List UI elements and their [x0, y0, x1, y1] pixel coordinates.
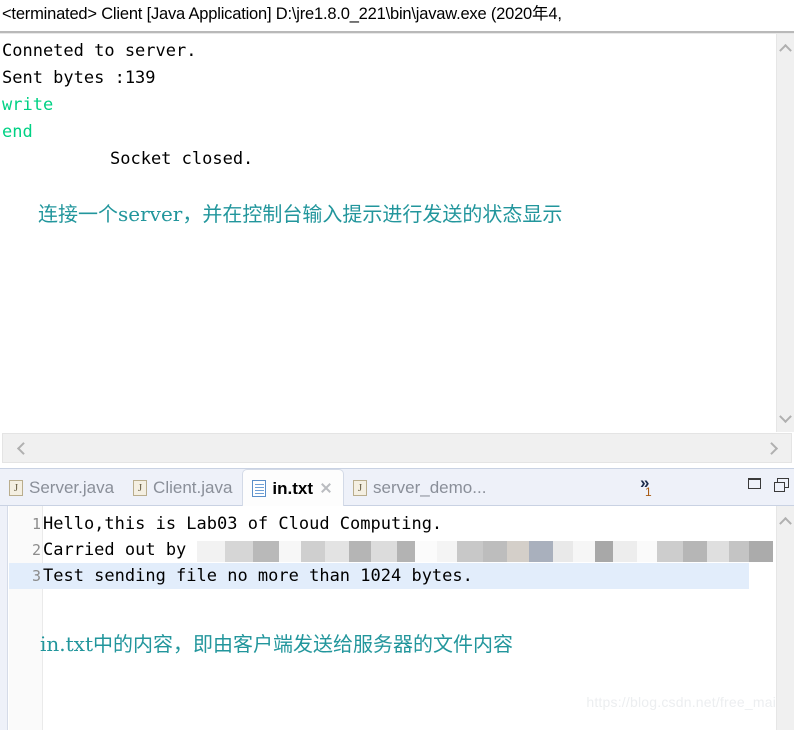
minimize-icon[interactable]	[747, 478, 761, 489]
tab-overflow-count: 1	[645, 485, 652, 499]
chevron-up-icon[interactable]	[777, 511, 794, 530]
tab-label: Server.java	[29, 478, 115, 497]
code-text: Carried out by	[43, 540, 197, 560]
tab-server-demo[interactable]: server_demo...	[344, 469, 496, 506]
editor-window-buttons	[747, 478, 789, 492]
java-file-icon	[133, 479, 148, 496]
code-line-row: 2 Carried out by	[9, 537, 773, 563]
chevron-left-icon[interactable]	[7, 434, 33, 462]
restore-icon[interactable]	[774, 478, 789, 492]
tab-server-java[interactable]: Server.java	[0, 469, 124, 506]
console-line: Conneted to server.	[2, 41, 197, 61]
console-line: end	[2, 122, 33, 142]
editor-annotation: in.txt中的内容，即由客户端发送给服务器的文件内容	[40, 632, 513, 656]
redacted-text-blocks	[196, 540, 773, 562]
line-number: 3	[31, 567, 41, 585]
watermark: https://blog.csdn.net/free_main	[586, 694, 784, 710]
console-line-list: Conneted to server. Sent bytes :139 writ…	[0, 34, 776, 173]
editor-code-lines: 1 Hello,this is Lab03 of Cloud Computing…	[9, 511, 773, 589]
editor-vertical-scrollbar[interactable]	[776, 506, 794, 730]
chevron-up-icon[interactable]	[777, 38, 794, 57]
tab-in-txt[interactable]: in.txt	[242, 469, 345, 506]
java-file-icon	[9, 479, 23, 496]
line-number: 1	[31, 515, 41, 533]
tab-label: server_demo...	[373, 478, 487, 497]
close-icon[interactable]	[319, 481, 333, 495]
tab-label: in.txt	[272, 478, 314, 498]
editor-marker-gutter	[0, 506, 8, 730]
console-annotation: 连接一个server，并在控制台输入提示进行发送的状态显示	[38, 202, 563, 226]
java-file-icon	[353, 479, 368, 496]
code-line-row: 3 Test sending file no more than 1024 by…	[9, 563, 749, 589]
console-line: Socket closed.	[110, 149, 254, 169]
editor-tabbar: Server.java Client.java in.txt server_de…	[0, 469, 794, 506]
console-line: Sent bytes :139	[2, 68, 156, 88]
eclipse-window: <terminated> Client [Java Application] D…	[0, 0, 794, 730]
chevron-down-icon[interactable]	[777, 409, 794, 428]
tab-label: Client.java	[153, 478, 233, 497]
console-titlebar: <terminated> Client [Java Application] D…	[0, 0, 794, 29]
code-line-row: 1 Hello,this is Lab03 of Cloud Computing…	[9, 511, 749, 537]
console-line: write	[2, 95, 54, 115]
text-file-icon	[252, 479, 267, 497]
console-title: <terminated> Client [Java Application] D…	[2, 5, 562, 23]
tab-overflow-button[interactable]: » 1	[636, 472, 668, 504]
chevron-right-icon[interactable]	[761, 434, 787, 462]
editor-section: Server.java Client.java in.txt server_de…	[0, 468, 794, 730]
editor-tab-list: Server.java Client.java in.txt server_de…	[0, 469, 496, 506]
console-panel: <terminated> Client [Java Application] D…	[0, 0, 794, 468]
console-vertical-scrollbar[interactable]	[776, 34, 794, 432]
editor-area[interactable]: 1 Hello,this is Lab03 of Cloud Computing…	[0, 506, 794, 730]
code-text: Test sending file no more than 1024 byte…	[43, 566, 473, 586]
console-horizontal-scrollbar[interactable]	[2, 433, 792, 463]
tab-client-java[interactable]: Client.java	[124, 469, 242, 506]
code-text: Hello,this is Lab03 of Cloud Computing.	[43, 514, 443, 534]
line-number: 2	[31, 541, 41, 559]
console-output[interactable]: Conneted to server. Sent bytes :139 writ…	[0, 34, 776, 432]
